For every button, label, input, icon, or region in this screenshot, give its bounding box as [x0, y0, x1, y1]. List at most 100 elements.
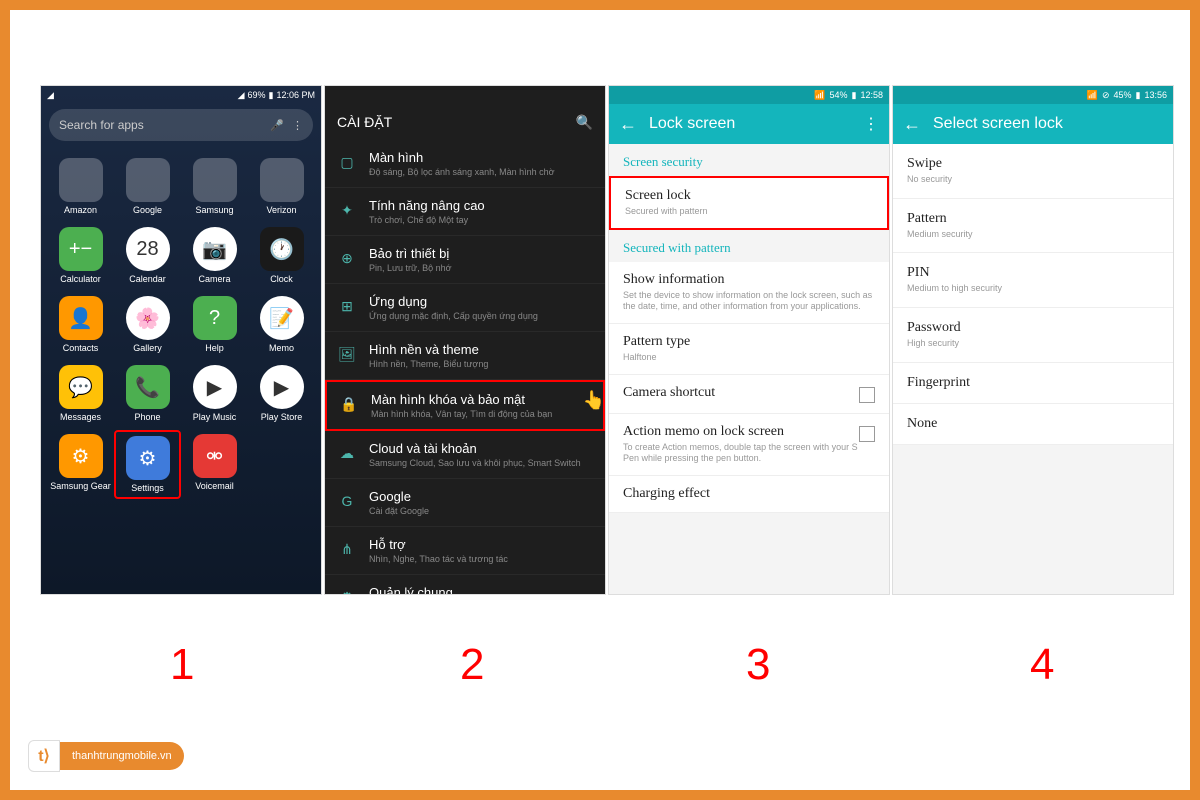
- row-title: Hỗ trợ: [369, 537, 508, 552]
- app-samsung-gear[interactable]: ⚙ Samsung Gear: [47, 430, 114, 499]
- row-title: Tính năng nâng cao: [369, 198, 485, 213]
- row-icon: 🔒: [339, 394, 359, 414]
- search-bar[interactable]: Search for apps 🎤 ⋮: [49, 109, 313, 141]
- settings-row[interactable]: ⚙ Quản lý chung Ngôn ngữ và bàn phím, Th…: [325, 575, 605, 595]
- row-desc: Trò chơi, Chế độ Một tay: [369, 215, 485, 225]
- app-phone[interactable]: 📞Phone: [114, 361, 181, 426]
- mic-icon[interactable]: 🎤: [270, 119, 284, 132]
- app-samsung[interactable]: Samsung: [181, 154, 248, 219]
- settings-row[interactable]: 🔒 Màn hình khóa và bảo mật Màn hình khóa…: [325, 380, 605, 431]
- lock-option-password[interactable]: Password High security: [893, 308, 1173, 363]
- app-icon: 🌸: [126, 296, 170, 340]
- app-label: Samsung Gear: [50, 481, 111, 491]
- row-icon: G: [337, 491, 357, 511]
- row-title: None: [907, 416, 937, 432]
- settings-row[interactable]: ⋔ Hỗ trợ Nhìn, Nghe, Thao tác và tương t…: [325, 527, 605, 575]
- row-title: PIN: [907, 265, 1002, 281]
- app-icon: ⚙: [59, 434, 103, 478]
- more-icon[interactable]: ⋮: [863, 114, 879, 134]
- header: ← Select screen lock: [893, 104, 1173, 144]
- settings-row[interactable]: G Google Cài đặt Google: [325, 479, 605, 527]
- checkbox[interactable]: [859, 387, 875, 403]
- row-title: Google: [369, 489, 429, 504]
- checkbox[interactable]: [859, 426, 875, 442]
- settings-row[interactable]: ✦ Tính năng nâng cao Trò chơi, Chế độ Mộ…: [325, 188, 605, 236]
- settings-row[interactable]: ▢ Màn hình Độ sáng, Bộ lọc ánh sáng xanh…: [325, 140, 605, 188]
- app-memo[interactable]: 📝Memo: [248, 292, 315, 357]
- lock-options-list: Swipe No securityPattern Medium security…: [893, 144, 1173, 445]
- app-label: Voicemail: [195, 481, 234, 491]
- app-gallery[interactable]: 🌸Gallery: [114, 292, 181, 357]
- row-title: Camera shortcut: [623, 385, 715, 401]
- app-icon: [126, 158, 170, 202]
- app-settings[interactable]: ⚙Settings: [114, 430, 181, 499]
- signal-icon: 📶: [814, 90, 825, 101]
- app-clock[interactable]: 🕐Clock: [248, 223, 315, 288]
- lock-option-none[interactable]: None: [893, 404, 1173, 445]
- app-amazon[interactable]: Amazon: [47, 154, 114, 219]
- charging-effect-row[interactable]: Charging effect: [609, 476, 889, 513]
- page-title: Lock screen: [649, 115, 851, 133]
- settings-row[interactable]: ☁ Cloud và tài khoản Samsung Cloud, Sao …: [325, 431, 605, 479]
- app-google[interactable]: Google: [114, 154, 181, 219]
- settings-row[interactable]: 🖼 Hình nền và theme Hình nền, Theme, Biể…: [325, 332, 605, 380]
- row-desc: No security: [907, 174, 952, 186]
- row-icon: ▢: [337, 152, 357, 172]
- row-title: Swipe: [907, 156, 952, 172]
- watermark: t⟩ thanhtrungmobile.vn: [28, 740, 184, 772]
- screen-lock-row[interactable]: Screen lock Secured with pattern: [609, 176, 889, 230]
- screen-2-settings: CÀI ĐẶT 🔍 ▢ Màn hình Độ sáng, Bộ lọc ánh…: [324, 85, 606, 595]
- app-label: Camera: [198, 274, 230, 284]
- battery-icon: ▮: [269, 90, 274, 101]
- pattern-type-row[interactable]: Pattern type Halftone: [609, 324, 889, 375]
- back-icon[interactable]: ←: [619, 114, 637, 135]
- app-verizon[interactable]: Verizon: [248, 154, 315, 219]
- app-calculator[interactable]: +−Calculator: [47, 223, 114, 288]
- no-sim-icon: ⊘: [1102, 90, 1110, 101]
- app-icon: 28: [126, 227, 170, 271]
- row-title: Pattern type: [623, 334, 690, 350]
- show-info-row[interactable]: Show information Set the device to show …: [609, 262, 889, 324]
- app-label: Messages: [60, 412, 101, 422]
- app-calendar[interactable]: 28Calendar: [114, 223, 181, 288]
- app-icon: 💬: [59, 365, 103, 409]
- battery-percent: 54%: [830, 90, 848, 100]
- app-play-store[interactable]: ▶Play Store: [248, 361, 315, 426]
- camera-shortcut-row[interactable]: Camera shortcut: [609, 375, 889, 414]
- settings-row[interactable]: ⊕ Bảo trì thiết bị Pin, Lưu trữ, Bộ nhớ: [325, 236, 605, 284]
- clock: 12:06 PM: [276, 90, 315, 100]
- clock: 12:58: [860, 90, 883, 100]
- screens-row: ◢ ◢ 69% ▮ 12:06 PM Search for apps 🎤 ⋮ A…: [40, 85, 1174, 595]
- row-icon: ☁: [337, 443, 357, 463]
- search-icon[interactable]: 🔍: [576, 114, 593, 131]
- lock-option-fingerprint[interactable]: Fingerprint: [893, 363, 1173, 404]
- app-voicemail[interactable]: ⚮Voicemail: [181, 430, 248, 499]
- lock-option-pattern[interactable]: Pattern Medium security: [893, 199, 1173, 254]
- screen-4-select-lock: 📶 ⊘ 45% ▮ 13:56 ← Select screen lock Swi…: [892, 85, 1174, 595]
- pointer-icon: 👆: [583, 390, 605, 411]
- app-contacts[interactable]: 👤Contacts: [47, 292, 114, 357]
- lock-option-pin[interactable]: PIN Medium to high security: [893, 253, 1173, 308]
- battery-icon: ▮: [1136, 90, 1141, 101]
- app-play-music[interactable]: ▶Play Music: [181, 361, 248, 426]
- row-desc: Cài đặt Google: [369, 506, 429, 516]
- status-bar: 📶 ⊘ 45% ▮ 13:56: [893, 86, 1173, 104]
- app-label: Play Music: [193, 412, 237, 422]
- app-camera[interactable]: 📷Camera: [181, 223, 248, 288]
- action-memo-row[interactable]: Action memo on lock screen To create Act…: [609, 414, 889, 476]
- row-title: Password: [907, 320, 961, 336]
- status-bar: [325, 86, 605, 104]
- section-header: Screen security: [609, 144, 889, 176]
- row-title: Bảo trì thiết bị: [369, 246, 452, 261]
- step-number: 4: [1030, 640, 1054, 690]
- lock-option-swipe[interactable]: Swipe No security: [893, 144, 1173, 199]
- row-title: Fingerprint: [907, 375, 970, 391]
- app-help[interactable]: ?Help: [181, 292, 248, 357]
- row-desc: Màn hình khóa, Vân tay, Tìm di động của …: [371, 409, 552, 419]
- more-icon[interactable]: ⋮: [292, 119, 303, 132]
- back-icon[interactable]: ←: [903, 114, 921, 135]
- app-messages[interactable]: 💬 Messages: [47, 361, 114, 426]
- row-title: Screen lock: [625, 188, 708, 204]
- settings-row[interactable]: ⊞ Ứng dụng Ứng dụng mặc định, Cấp quyền …: [325, 284, 605, 332]
- app-label: Verizon: [266, 205, 296, 215]
